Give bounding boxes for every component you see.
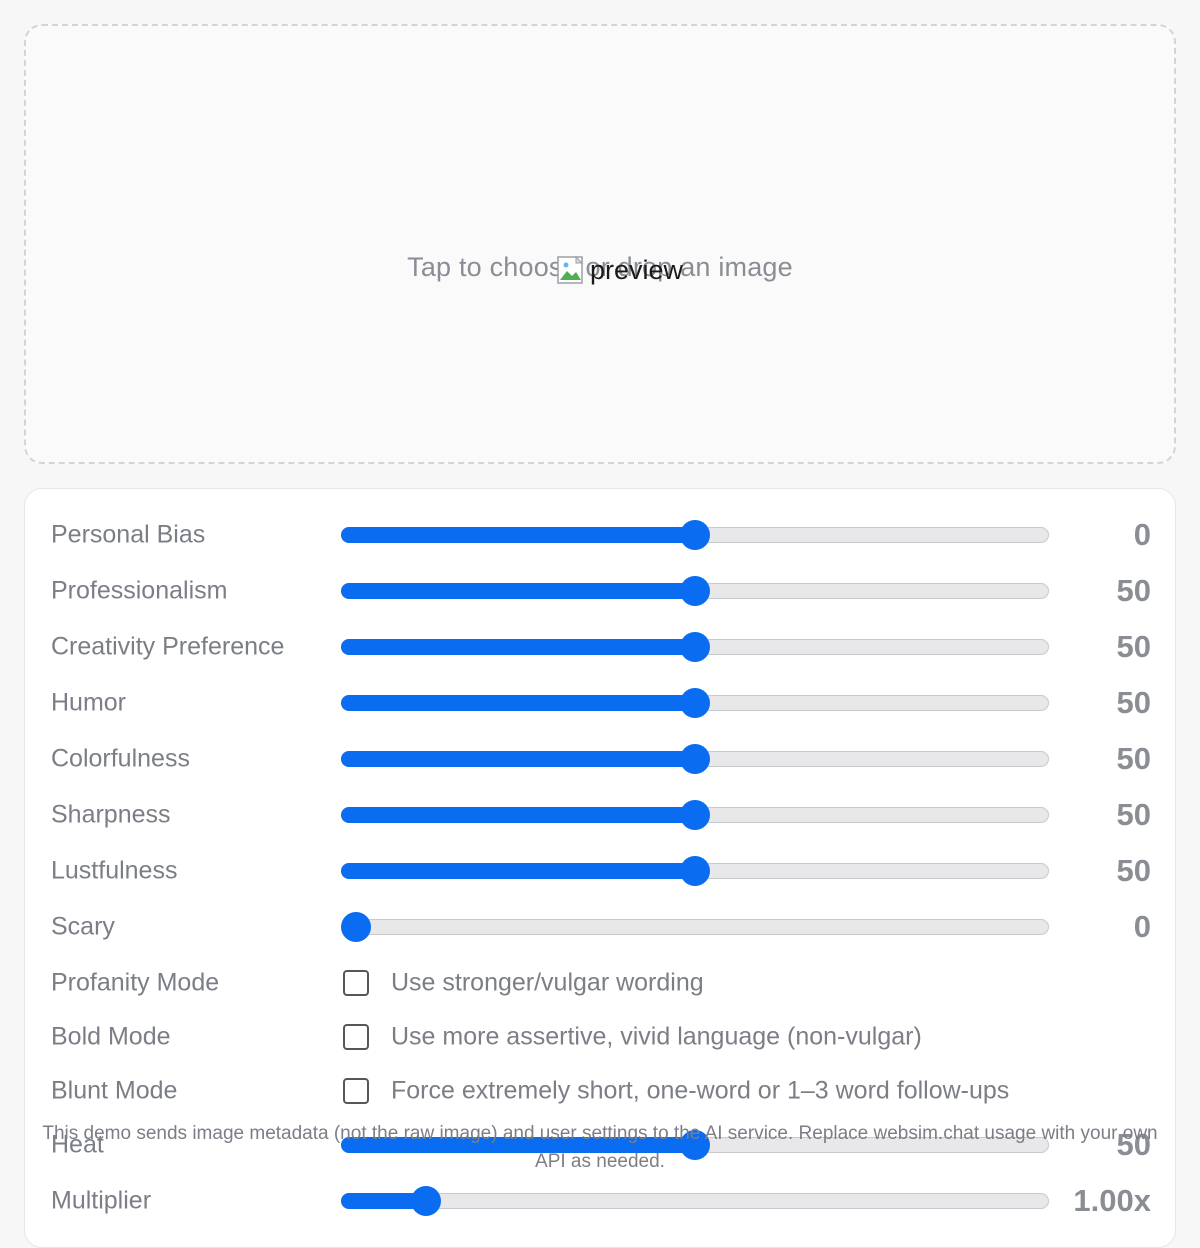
slider-row-lustfulness: Lustfulness 50 — [25, 849, 1177, 893]
slider-fill — [341, 807, 695, 823]
toggle-label: Blunt Mode — [51, 1076, 178, 1105]
slider-label: Humor — [51, 688, 127, 717]
slider-fill — [341, 751, 695, 767]
slider-fill — [341, 639, 695, 655]
lustfulness-slider[interactable] — [341, 856, 1049, 886]
slider-fill — [341, 863, 695, 879]
slider-row-colorfulness: Colorfulness 50 — [25, 737, 1177, 781]
slider-thumb[interactable] — [680, 632, 710, 662]
slider-thumb[interactable] — [680, 856, 710, 886]
slider-row-sharpness: Sharpness 50 — [25, 793, 1177, 837]
multiplier-slider[interactable] — [341, 1186, 1049, 1216]
humor-slider[interactable] — [341, 688, 1049, 718]
footer-note: This demo sends image metadata (not the … — [42, 1123, 1158, 1172]
colorfulness-slider[interactable] — [341, 744, 1049, 774]
slider-row-creativity-preference: Creativity Preference 50 — [25, 625, 1177, 669]
toggle-label: Bold Mode — [51, 1022, 171, 1051]
slider-label: Multiplier — [51, 1186, 152, 1215]
profanity-mode-checkbox[interactable] — [343, 970, 369, 996]
slider-row-scary: Scary 0 — [25, 905, 1177, 949]
slider-thumb[interactable] — [680, 800, 710, 830]
slider-value: 50 — [1116, 741, 1151, 776]
scary-slider[interactable] — [341, 912, 1049, 942]
slider-value: 50 — [1116, 629, 1151, 664]
toggle-row-profanity-mode: Profanity Mode Use stronger/vulgar wordin… — [25, 961, 1177, 1005]
slider-thumb[interactable] — [680, 520, 710, 550]
slider-fill — [341, 695, 695, 711]
sharpness-slider[interactable] — [341, 800, 1049, 830]
creativity-preference-slider[interactable] — [341, 632, 1049, 662]
slider-row-personal-bias: Personal Bias 0 — [25, 513, 1177, 557]
toggle-row-blunt-mode: Blunt Mode Force extremely short, one-wor… — [25, 1069, 1177, 1113]
personal-bias-slider[interactable] — [341, 520, 1049, 550]
preview-image: preview — [556, 252, 683, 288]
slider-thumb[interactable] — [410, 1186, 441, 1216]
slider-value: 50 — [1116, 573, 1151, 608]
slider-track[interactable] — [341, 1193, 1049, 1209]
slider-label: Personal Bias — [51, 520, 206, 549]
bold-mode-checkbox[interactable] — [343, 1024, 369, 1050]
slider-value: 50 — [1116, 853, 1151, 888]
slider-label: Colorfulness — [51, 744, 190, 773]
slider-value: 1.00x — [1073, 1183, 1151, 1218]
slider-thumb[interactable] — [680, 744, 710, 774]
slider-thumb[interactable] — [341, 912, 371, 942]
slider-value: 0 — [1133, 909, 1151, 944]
toggle-label: Profanity Mode — [51, 968, 220, 997]
image-drop-zone[interactable]: Tap to choose or drop an image preview — [24, 24, 1176, 464]
slider-value: 0 — [1133, 517, 1151, 552]
slider-fill — [341, 583, 695, 599]
toggle-row-bold-mode: Bold Mode Use more assertive, vivid langu… — [25, 1015, 1177, 1059]
slider-label: Lustfulness — [51, 856, 178, 885]
slider-value: 50 — [1116, 797, 1151, 832]
slider-label: Scary — [51, 912, 115, 941]
preview-alt-text: preview — [590, 254, 684, 285]
toggle-description: Use more assertive, vivid language (non-… — [391, 1022, 922, 1051]
professionalism-slider[interactable] — [341, 576, 1049, 606]
slider-label: Sharpness — [51, 800, 171, 829]
blunt-mode-checkbox[interactable] — [343, 1078, 369, 1104]
slider-thumb[interactable] — [680, 688, 710, 718]
toggle-description: Force extremely short, one-word or 1–3 w… — [391, 1076, 1010, 1105]
broken-image-icon — [557, 255, 584, 284]
toggle-description: Use stronger/vulgar wording — [391, 968, 704, 997]
slider-label: Creativity Preference — [51, 632, 285, 661]
slider-track[interactable] — [341, 919, 1049, 935]
slider-fill — [341, 527, 695, 543]
slider-value: 50 — [1116, 685, 1151, 720]
slider-label: Professionalism — [51, 576, 228, 605]
slider-row-multiplier: Multiplier 1.00x — [25, 1179, 1177, 1223]
slider-thumb[interactable] — [680, 576, 710, 606]
slider-row-humor: Humor 50 — [25, 681, 1177, 725]
slider-row-professionalism: Professionalism 50 — [25, 569, 1177, 613]
